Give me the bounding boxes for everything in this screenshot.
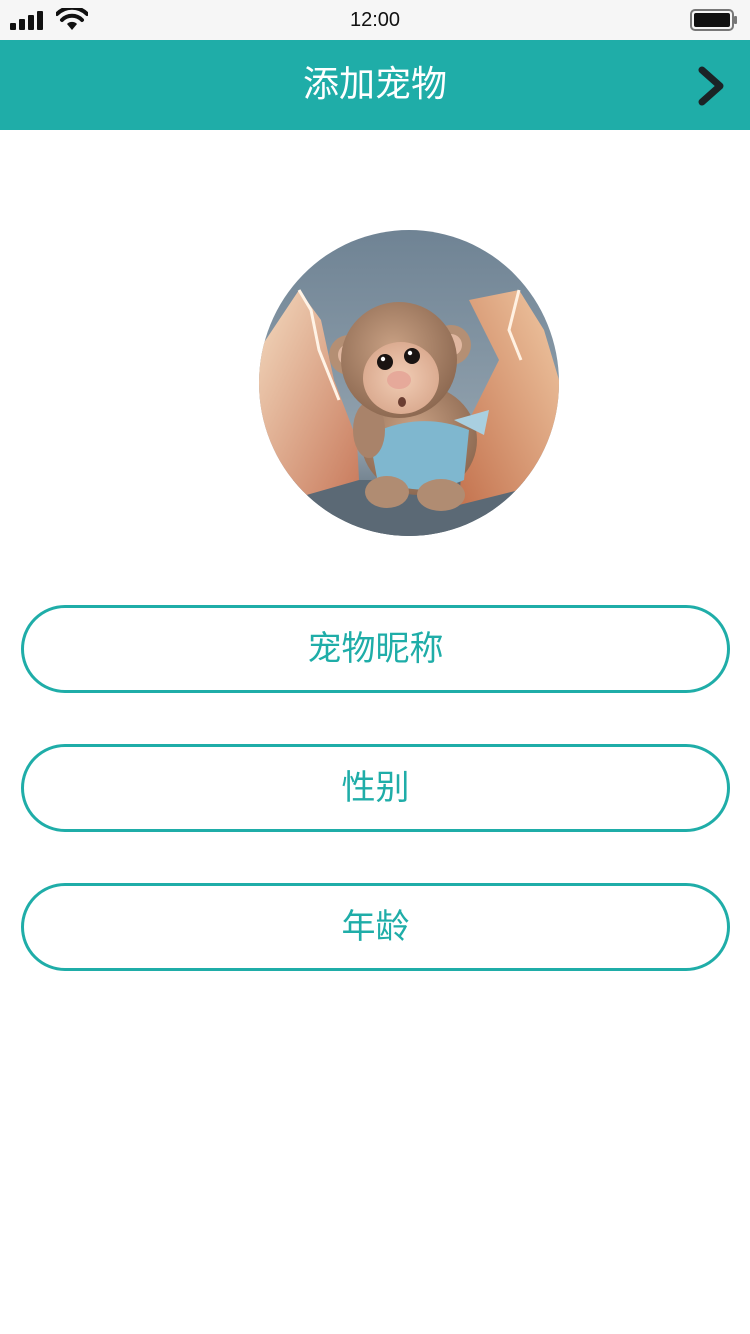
pet-avatar[interactable] xyxy=(259,230,559,536)
pet-nickname-field[interactable]: 宠物昵称 xyxy=(21,605,730,693)
age-label: 年龄 xyxy=(341,907,410,947)
gender-field[interactable]: 性别 xyxy=(21,744,730,832)
status-time: 12:00 xyxy=(349,9,401,31)
navigation-bar: 添加宠物 xyxy=(0,40,750,130)
status-bar: 12:00 xyxy=(0,0,750,40)
pet-nickname-label: 宠物昵称 xyxy=(307,629,444,669)
chevron-right-icon[interactable] xyxy=(690,64,734,108)
battery-icon xyxy=(690,9,737,31)
page-title: 添加宠物 xyxy=(302,64,447,105)
gender-label: 性别 xyxy=(341,768,410,808)
age-field[interactable]: 年龄 xyxy=(21,883,730,971)
